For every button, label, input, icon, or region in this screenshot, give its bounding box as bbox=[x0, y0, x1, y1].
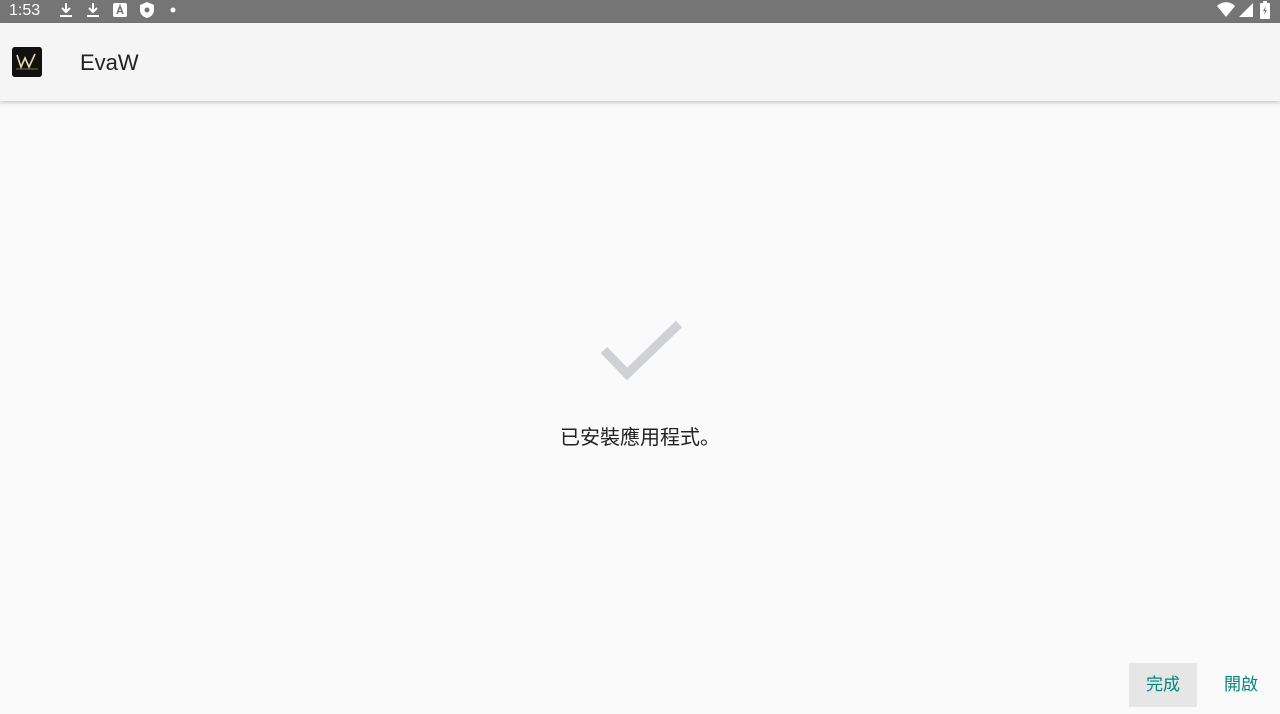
download-icon bbox=[60, 3, 72, 17]
app-bar: EvaW bbox=[0, 23, 1280, 101]
checkmark-icon bbox=[600, 320, 683, 381]
app-title: EvaW bbox=[80, 50, 139, 75]
status-bar: 1:53 bbox=[0, 0, 1280, 23]
done-button[interactable]: 完成 bbox=[1129, 663, 1197, 707]
status-time: 1:53 bbox=[9, 2, 41, 19]
open-button[interactable]: 開啟 bbox=[1207, 663, 1275, 707]
download-icon bbox=[87, 3, 99, 17]
dot-icon bbox=[170, 7, 176, 13]
signal-icon bbox=[1239, 3, 1253, 17]
app-store-icon bbox=[113, 3, 127, 17]
battery-icon bbox=[1260, 1, 1270, 19]
install-success-message: 已安裝應用程式。 bbox=[560, 425, 720, 449]
shield-icon bbox=[140, 2, 154, 18]
wifi-icon bbox=[1217, 2, 1235, 17]
app-logo-icon bbox=[12, 47, 42, 77]
